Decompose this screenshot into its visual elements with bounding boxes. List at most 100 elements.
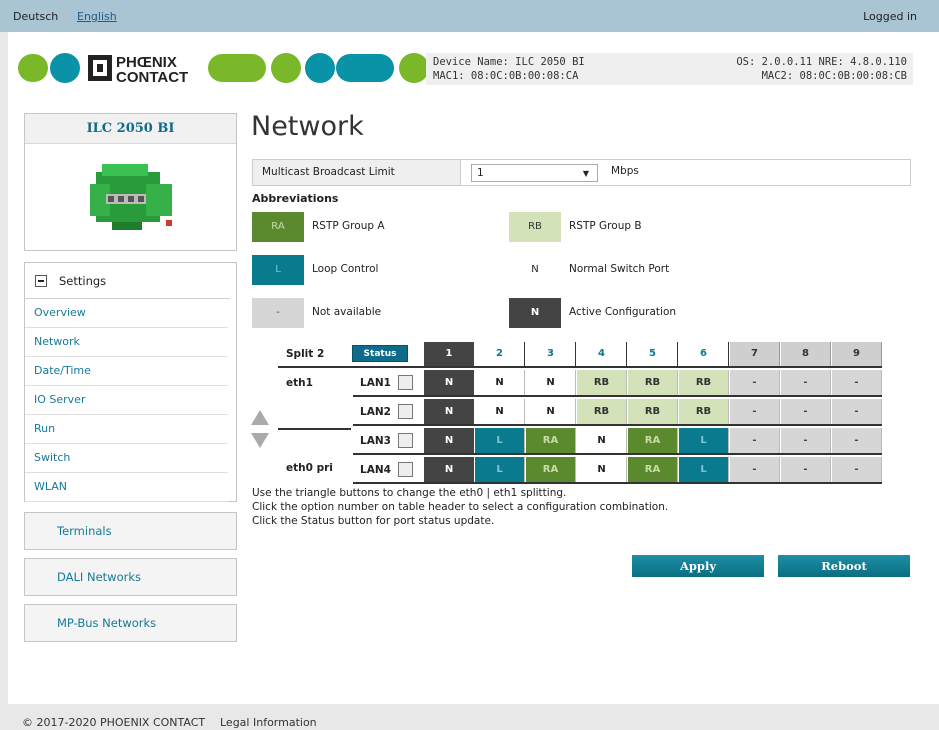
- abbr-normal-label: Normal Switch Port: [569, 263, 670, 275]
- table-cell: -: [832, 399, 882, 424]
- table-cell: RB: [679, 370, 729, 395]
- chevron-down-icon: ▼: [582, 169, 589, 178]
- device-image: [90, 164, 172, 230]
- table-cell: N: [475, 399, 525, 424]
- table-cell: RB: [628, 370, 678, 395]
- table-cell: RB: [577, 370, 627, 395]
- eth0-label: eth0 pri: [286, 462, 333, 474]
- table-cell: -: [730, 457, 780, 482]
- device-card-name: ILC 2050 BI: [25, 114, 236, 144]
- table-cell: N: [577, 428, 627, 453]
- option-header-1[interactable]: 1: [424, 342, 474, 366]
- sidebar-item-run[interactable]: Run: [25, 415, 236, 444]
- table-cell: N: [424, 457, 474, 482]
- option-header-7[interactable]: 7: [730, 342, 780, 366]
- lan-checkbox[interactable]: [398, 375, 413, 390]
- eth1-label: eth1: [286, 377, 313, 389]
- option-header-8[interactable]: 8: [781, 342, 831, 366]
- split-label: Split 2: [286, 348, 325, 360]
- table-cell: RA: [628, 457, 678, 482]
- table-cell: N: [424, 370, 474, 395]
- reboot-button[interactable]: Reboot: [778, 555, 910, 577]
- sidebar-mpbus-networks[interactable]: MP-Bus Networks: [24, 604, 237, 642]
- abbr-ra-swatch: RA: [252, 212, 304, 242]
- table-cell: RB: [628, 399, 678, 424]
- table-cell: -: [730, 428, 780, 453]
- apply-button[interactable]: Apply: [632, 555, 764, 577]
- option-header-9[interactable]: 9: [832, 342, 882, 366]
- abbreviations-title: Abbreviations: [252, 192, 339, 205]
- mac1: MAC1: 08:0C:0B:00:08:CA: [433, 70, 579, 82]
- phoenix-contact-logo: PHŒNIX CONTACT: [18, 52, 429, 84]
- abbr-active-swatch: N: [509, 298, 561, 328]
- footer-legal-link[interactable]: Legal Information: [220, 716, 317, 729]
- table-cell: -: [832, 428, 882, 453]
- table-cell: L: [475, 428, 525, 453]
- multicast-select[interactable]: 1 ▼: [471, 164, 598, 182]
- table-cell: RB: [679, 399, 729, 424]
- option-header-2[interactable]: 2: [475, 342, 525, 366]
- table-cell: -: [781, 457, 831, 482]
- multicast-value: 1: [477, 167, 484, 179]
- settings-menu: Settings Overview Network Date/Time IO S…: [24, 262, 237, 502]
- table-cell: -: [730, 399, 780, 424]
- lan-label: LAN2: [360, 406, 391, 418]
- header: PHŒNIX CONTACT Device Name: ILC 2050 BI …: [8, 32, 939, 114]
- device-info: Device Name: ILC 2050 BI MAC1: 08:0C:0B:…: [426, 53, 913, 85]
- lan-label: LAN4: [360, 464, 391, 476]
- lan-checkbox[interactable]: [398, 462, 413, 477]
- option-header-6[interactable]: 6: [679, 342, 729, 366]
- os-version: OS: 2.0.0.11 NRE: 4.8.0.110: [736, 56, 907, 68]
- lan-label: LAN1: [360, 377, 391, 389]
- sidebar-terminals[interactable]: Terminals: [24, 512, 237, 550]
- triangle-up-icon[interactable]: [251, 410, 269, 425]
- svg-text:CONTACT: CONTACT: [116, 69, 188, 84]
- logged-in-status: Logged in: [863, 10, 917, 23]
- table-cell: L: [679, 428, 729, 453]
- sidebar-item-network[interactable]: Network: [25, 328, 236, 357]
- multicast-limit-row: Multicast Broadcast Limit 1 ▼ Mbps: [252, 159, 911, 186]
- device-name: Device Name: ILC 2050 BI: [433, 56, 585, 68]
- table-cell: -: [832, 457, 882, 482]
- table-cell: N: [577, 457, 627, 482]
- lan-checkbox[interactable]: [398, 404, 413, 419]
- table-cell: L: [475, 457, 525, 482]
- collapse-minus-icon[interactable]: [35, 274, 47, 287]
- footer-copyright: © 2017-2020 PHOENIX CONTACT: [22, 716, 206, 729]
- row-underline: [353, 395, 882, 397]
- header-underline: [278, 366, 882, 368]
- table-cell: N: [424, 428, 474, 453]
- lang-english[interactable]: English: [77, 10, 117, 23]
- note-status: Click the Status button for port status …: [252, 515, 495, 527]
- top-bar: Deutsch English Logged in: [0, 0, 939, 32]
- settings-header[interactable]: Settings: [25, 263, 230, 299]
- sidebar-item-io-server[interactable]: IO Server: [25, 386, 236, 415]
- abbr-rb-label: RSTP Group B: [569, 220, 642, 232]
- row-underline: [353, 424, 882, 426]
- row-underline: [353, 482, 882, 484]
- sidebar-item-wlan[interactable]: WLAN: [25, 473, 236, 502]
- abbr-loop-label: Loop Control: [312, 263, 379, 275]
- lan-checkbox[interactable]: [398, 433, 413, 448]
- sidebar-item-overview[interactable]: Overview: [25, 299, 236, 328]
- multicast-unit: Mbps: [611, 165, 639, 177]
- option-header-5[interactable]: 5: [628, 342, 678, 366]
- mac2: MAC2: 08:0C:0B:00:08:CB: [761, 70, 907, 82]
- sidebar-dali-networks[interactable]: DALI Networks: [24, 558, 237, 596]
- sidebar-item-switch[interactable]: Switch: [25, 444, 236, 473]
- table-cell: -: [781, 399, 831, 424]
- lang-deutsch[interactable]: Deutsch: [13, 10, 58, 23]
- page-body: PHŒNIX CONTACT Device Name: ILC 2050 BI …: [8, 32, 939, 704]
- sidebar-item-datetime[interactable]: Date/Time: [25, 357, 236, 386]
- table-cell: -: [781, 370, 831, 395]
- option-header-4[interactable]: 4: [577, 342, 627, 366]
- table-cell: RB: [577, 399, 627, 424]
- status-button[interactable]: Status: [352, 345, 408, 362]
- triangle-down-icon[interactable]: [251, 433, 269, 448]
- table-cell: L: [679, 457, 729, 482]
- table-cell: RA: [526, 457, 576, 482]
- settings-label: Settings: [59, 273, 107, 288]
- table-cell: RA: [628, 428, 678, 453]
- option-header-3[interactable]: 3: [526, 342, 576, 366]
- table-cell: RA: [526, 428, 576, 453]
